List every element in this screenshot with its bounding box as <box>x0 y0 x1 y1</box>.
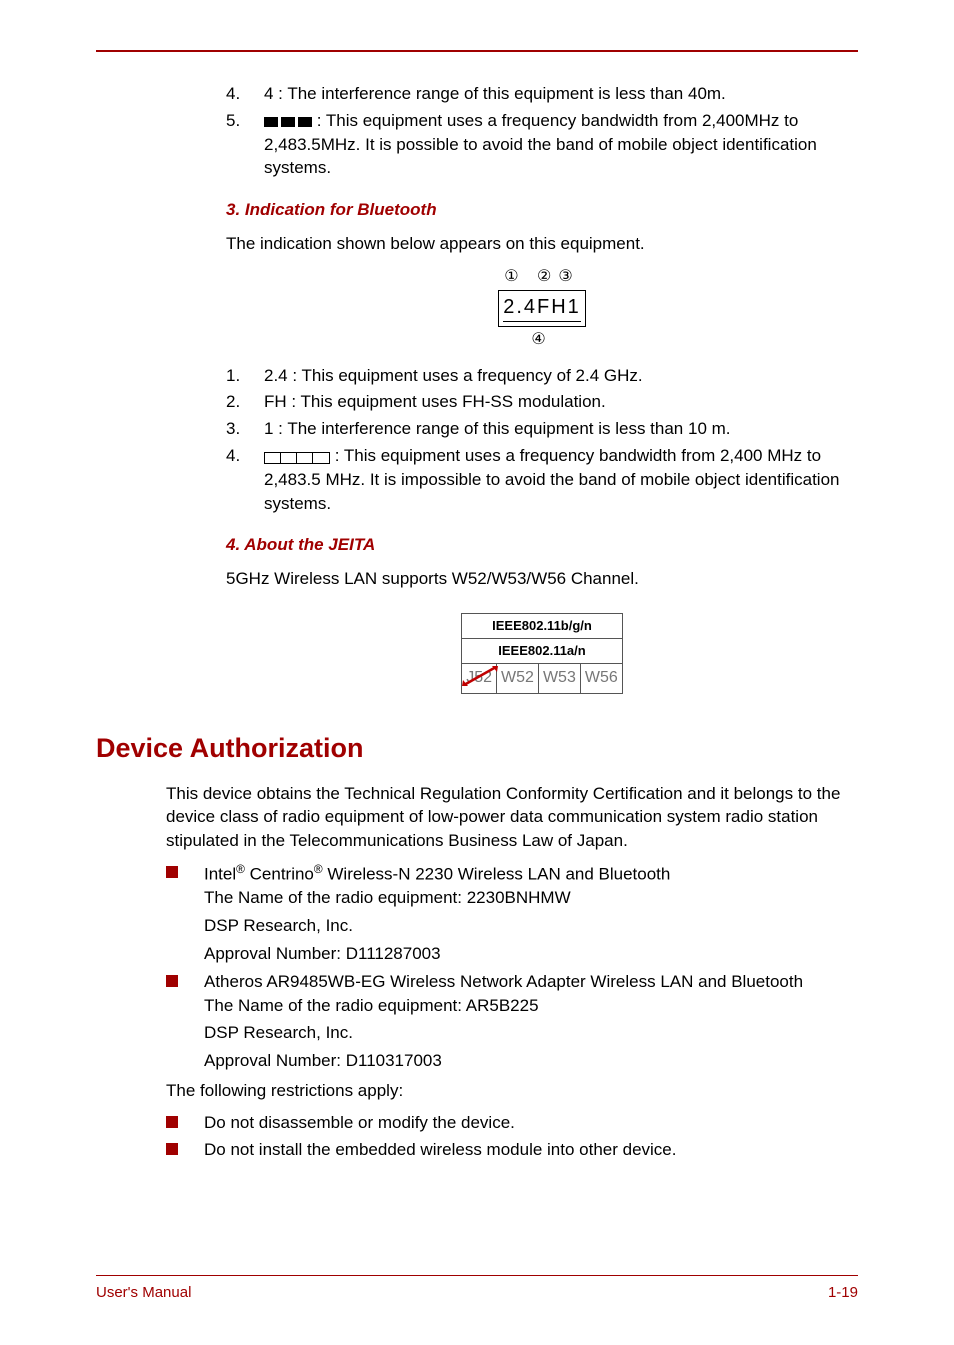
list-item: 4. 4 : The interference range of this eq… <box>226 82 858 106</box>
list-item: 1. 2.4 : This equipment uses a frequency… <box>226 364 858 388</box>
item-text-after: : This equipment uses a frequency bandwi… <box>264 446 840 513</box>
strike-icon <box>462 664 498 688</box>
bullet-item: Do not install the embedded wireless mod… <box>166 1138 858 1162</box>
outline-squares-icon <box>264 452 330 464</box>
diagram-box: 2.4FH1 <box>498 290 586 327</box>
subsection-heading: 3. Indication for Bluetooth <box>226 198 858 222</box>
reg-mark: ® <box>236 862 245 876</box>
sub-line: Approval Number: D111287003 <box>204 942 858 966</box>
bluetooth-diagram: ① ②③ 2.4FH1 ④ <box>226 266 858 352</box>
paragraph: 5GHz Wireless LAN supports W52/W53/W56 C… <box>226 567 858 591</box>
sub-line: DSP Research, Inc. <box>204 1021 858 1045</box>
item-number: 1. <box>226 364 264 388</box>
main-content: 4. 4 : The interference range of this eq… <box>96 82 858 706</box>
jeita-cell: J52 <box>462 664 496 692</box>
list-item: 2. FH : This equipment uses FH-SS modula… <box>226 390 858 414</box>
text: Atheros AR9485WB-EG Wireless Network Ada… <box>204 972 803 991</box>
bullet-icon <box>166 1138 204 1162</box>
diagram-circles: ① ②③ <box>498 266 586 288</box>
list-item: 4. : This equipment uses a frequency ban… <box>226 444 858 515</box>
jeita-row: J52 W52 W53 W56 <box>462 664 622 692</box>
list-item: 3. 1 : The interference range of this eq… <box>226 417 858 441</box>
item-number: 4. <box>226 444 264 515</box>
item-text: 4 : The interference range of this equip… <box>264 82 858 106</box>
item-number: 5. <box>226 109 264 180</box>
jeita-diagram: IEEE802.11b/g/n IEEE802.11a/n J52 W52 W5… <box>226 601 858 706</box>
jeita-row: IEEE802.11a/n <box>462 639 622 664</box>
sub-line: Approval Number: D110317003 <box>204 1049 858 1073</box>
device-auth-body: This device obtains the Technical Regula… <box>96 782 858 1162</box>
bullet-text: Atheros AR9485WB-EG Wireless Network Ada… <box>204 970 858 1018</box>
jeita-cell: W52 <box>496 664 538 692</box>
item-text-after: : This equipment uses a frequency bandwi… <box>264 111 817 178</box>
list-item: 5. : This equipment uses a frequency ban… <box>226 109 858 180</box>
diagram-bottom: ④ <box>498 329 586 351</box>
bullet-text: Do not disassemble or modify the device. <box>204 1111 858 1135</box>
diagram-box-text: 2.4FH1 <box>503 293 581 322</box>
text: The Name of the radio equipment: 2230BNH… <box>204 888 571 907</box>
bullet-icon <box>166 970 204 1018</box>
jeita-cell: W53 <box>538 664 580 692</box>
footer-right: 1-19 <box>828 1282 858 1303</box>
bullet-icon <box>166 861 204 910</box>
paragraph: This device obtains the Technical Regula… <box>166 782 858 853</box>
item-number: 4. <box>226 82 264 106</box>
jeita-cell: W56 <box>580 664 622 692</box>
item-number: 3. <box>226 417 264 441</box>
bullet-item: Do not disassemble or modify the device. <box>166 1111 858 1135</box>
subsection-heading: 4. About the JEITA <box>226 533 858 557</box>
text: Centrino <box>245 865 314 884</box>
page-footer: User's Manual 1-19 <box>96 1275 858 1303</box>
reg-mark: ® <box>314 862 323 876</box>
paragraph: The indication shown below appears on th… <box>226 232 858 256</box>
sub-line: DSP Research, Inc. <box>204 914 858 938</box>
text: Intel <box>204 865 236 884</box>
top-rule <box>96 50 858 52</box>
text: Wireless-N 2230 Wireless LAN and Bluetoo… <box>323 865 671 884</box>
item-number: 2. <box>226 390 264 414</box>
filled-squares-icon <box>264 117 312 127</box>
bullet-text: Intel® Centrino® Wireless-N 2230 Wireles… <box>204 861 858 910</box>
item-text: : This equipment uses a frequency bandwi… <box>264 444 858 515</box>
paragraph: The following restrictions apply: <box>166 1079 858 1103</box>
bullet-item: Atheros AR9485WB-EG Wireless Network Ada… <box>166 970 858 1018</box>
footer-left: User's Manual <box>96 1282 191 1303</box>
footer-rule <box>96 1275 858 1276</box>
bullet-text: Do not install the embedded wireless mod… <box>204 1138 858 1162</box>
item-text: 1 : The interference range of this equip… <box>264 417 858 441</box>
item-text: 2.4 : This equipment uses a frequency of… <box>264 364 858 388</box>
jeita-row: IEEE802.11b/g/n <box>462 614 622 639</box>
item-text: : This equipment uses a frequency bandwi… <box>264 109 858 180</box>
bullet-item: Intel® Centrino® Wireless-N 2230 Wireles… <box>166 861 858 910</box>
text: The Name of the radio equipment: AR5B225 <box>204 996 539 1015</box>
item-text: FH : This equipment uses FH-SS modulatio… <box>264 390 858 414</box>
section-heading: Device Authorization <box>96 730 858 768</box>
bullet-icon <box>166 1111 204 1135</box>
